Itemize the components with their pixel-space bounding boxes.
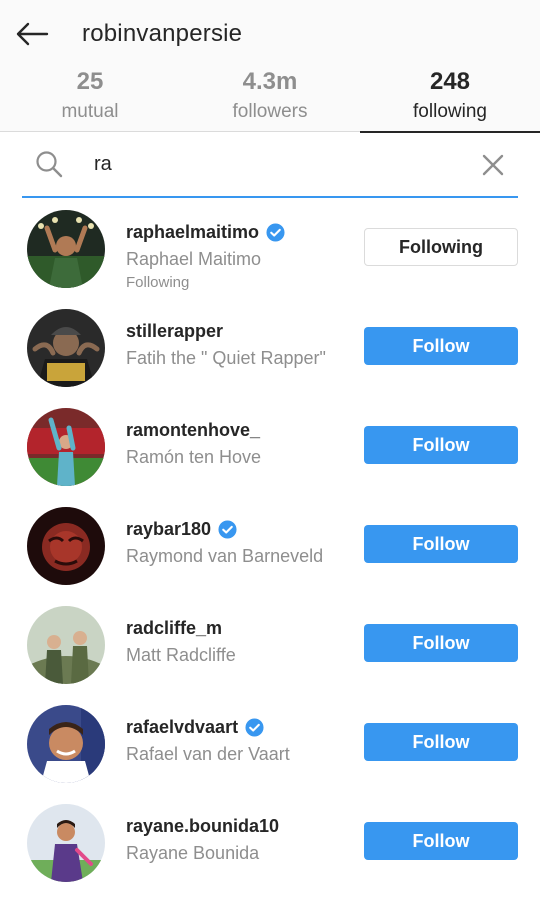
- back-button[interactable]: [12, 14, 52, 54]
- avatar[interactable]: [27, 210, 105, 288]
- username-text: raybar180: [126, 519, 212, 539]
- tab-label: mutual: [61, 101, 119, 122]
- username-text: stillerapper: [126, 321, 224, 341]
- username-text: rafaelvdvaart: [126, 717, 239, 737]
- tab-followers[interactable]: 4.3m followers: [180, 66, 360, 132]
- username[interactable]: ramontenhove_: [126, 420, 260, 441]
- full-name: Rayane Bounida: [126, 843, 260, 863]
- tab-count: 4.3m: [242, 68, 298, 95]
- profile-header: robinvanpersie 25 mutual 4.3m followers …: [0, 0, 540, 133]
- follow-button[interactable]: Follow: [364, 822, 518, 860]
- username[interactable]: rafaelvdvaart: [126, 717, 264, 738]
- list-item[interactable]: stillerapper Fatih the " Quiet Rapper" F…: [0, 307, 540, 406]
- list-item[interactable]: rafaelvdvaart Rafael van der Vaart Follo…: [0, 703, 540, 802]
- avatar[interactable]: [27, 606, 105, 684]
- follow-button[interactable]: Follow: [364, 624, 518, 662]
- tab-label: followers: [232, 101, 308, 122]
- full-name: Raymond van Barneveld: [126, 546, 324, 566]
- tab-count: 248: [429, 68, 471, 95]
- username[interactable]: raphaelmaitimo: [126, 222, 285, 243]
- username-text: radcliffe_m: [126, 618, 223, 638]
- list-item[interactable]: ramontenhove_ Ramón ten Hove Follow: [0, 406, 540, 505]
- close-icon: [482, 154, 504, 176]
- follow-button[interactable]: Follow: [364, 525, 518, 563]
- following-button[interactable]: Following: [364, 228, 518, 266]
- follow-status-subtext: Following: [126, 274, 190, 291]
- tab-following[interactable]: 248 following: [360, 66, 540, 133]
- username[interactable]: raybar180: [126, 519, 237, 540]
- tab-mutual[interactable]: 25 mutual: [0, 66, 180, 132]
- avatar[interactable]: [27, 705, 105, 783]
- clear-search-button[interactable]: [478, 150, 508, 180]
- avatar[interactable]: [27, 507, 105, 585]
- full-name: Raphael Maitimo: [126, 249, 262, 269]
- follow-button[interactable]: Follow: [364, 723, 518, 761]
- list-item[interactable]: radcliffe_m Matt Radcliffe Follow: [0, 604, 540, 703]
- full-name: Ramón ten Hove: [126, 447, 262, 467]
- avatar[interactable]: [27, 804, 105, 882]
- follow-button[interactable]: Follow: [364, 426, 518, 464]
- verified-badge-icon: [245, 718, 264, 737]
- search-bar: ra: [22, 132, 518, 198]
- username-text: rayane.bounida10: [126, 816, 280, 836]
- tab-count: 25: [76, 68, 104, 95]
- username-text: ramontenhove_: [126, 420, 261, 440]
- arrow-left-icon: [16, 22, 49, 46]
- username-text: raphaelmaitimo: [126, 222, 260, 242]
- avatar[interactable]: [27, 408, 105, 486]
- user-list: raphaelmaitimo Raphael Maitimo Following…: [0, 208, 540, 901]
- username[interactable]: rayane.bounida10: [126, 816, 279, 837]
- full-name: Rafael van der Vaart: [126, 744, 290, 764]
- username[interactable]: radcliffe_m: [126, 618, 222, 639]
- verified-badge-icon: [218, 520, 237, 539]
- tab-label: following: [413, 101, 487, 122]
- list-item[interactable]: raphaelmaitimo Raphael Maitimo Following…: [0, 208, 540, 307]
- list-item[interactable]: rayane.bounida10 Rayane Bounida Follow: [0, 802, 540, 901]
- full-name: Matt Radcliffe: [126, 645, 236, 665]
- follow-button[interactable]: Follow: [364, 327, 518, 365]
- list-item[interactable]: raybar180 Raymond van Barneveld Follow: [0, 505, 540, 604]
- full-name: Fatih the " Quiet Rapper": [126, 348, 326, 368]
- search-icon: [34, 149, 64, 179]
- username[interactable]: stillerapper: [126, 321, 223, 342]
- follow-tabs: 25 mutual 4.3m followers 248 following: [0, 66, 540, 133]
- search-input[interactable]: ra: [94, 153, 112, 176]
- page-title: robinvanpersie: [82, 20, 243, 47]
- verified-badge-icon: [266, 223, 285, 242]
- avatar[interactable]: [27, 309, 105, 387]
